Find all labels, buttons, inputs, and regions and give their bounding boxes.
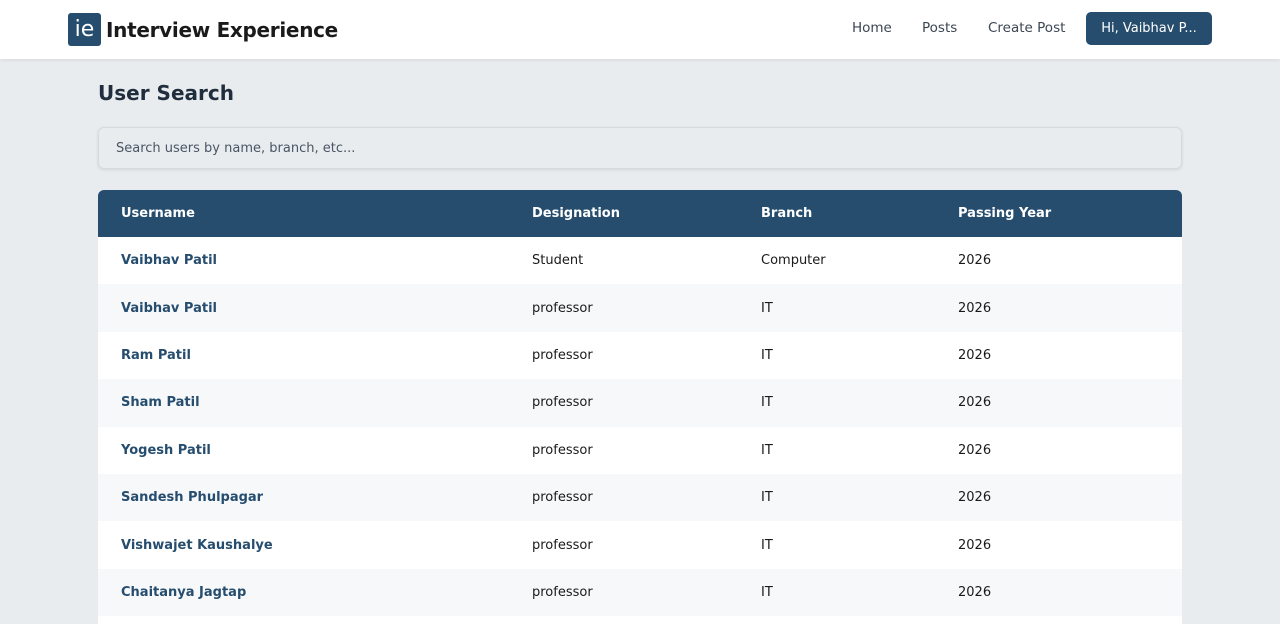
designation-cell: professor [532,537,593,553]
designation-cell: professor [532,300,593,316]
username-link[interactable]: Vishwajet Kaushalye [98,521,509,568]
passing-year-cell: 2026 [958,537,992,553]
designation-cell: professor [532,442,593,458]
table-row: Yogesh Patil professor IT 2026 [98,426,1182,474]
designation-cell: professor [532,490,593,506]
username-link[interactable]: Chaitanya Jagtap [98,569,509,616]
designation-cell: Student [532,253,584,269]
nav-posts-link[interactable]: Posts [922,20,957,36]
passing-year-cell: 2026 [958,490,992,506]
username-link[interactable]: Sandesh Phulpagar [98,474,509,521]
header-username: Username [121,206,195,221]
header-passing-year: Passing Year [958,206,1052,221]
table-row: Chaitanya Jagtap professor IT 2026 [98,568,1182,617]
header-designation: Designation [532,206,620,221]
passing-year-cell: 2026 [958,442,992,458]
table-header-row: Username Designation Branch Passing Year [98,190,1182,237]
branch-cell: IT [761,537,773,553]
nav-create-post-link[interactable]: Create Post [988,20,1065,36]
designation-cell: professor [532,347,593,363]
branch-cell: IT [761,442,773,458]
passing-year-cell: 2026 [958,253,992,269]
user-search-input[interactable] [98,127,1182,169]
nav-home-link[interactable]: Home [852,20,892,36]
table-row: Sandesh Phulpagar professor IT 2026 [98,473,1182,522]
brand-logo-link[interactable]: ie Interview Experience [68,13,338,46]
navbar: ie Interview Experience Home Posts Creat… [0,0,1280,59]
table-row: Ram Patil professor IT 2026 [98,331,1182,380]
passing-year-cell: 2026 [958,395,992,411]
table-row: Vishwajet Kaushalye professor IT 2026 [98,521,1182,569]
branch-cell: IT [761,347,773,363]
user-menu-button[interactable]: Hi, Vaibhav P... [1086,12,1212,45]
passing-year-cell: 2026 [958,347,992,363]
username-link[interactable]: Ram Patil [98,332,509,379]
users-table-container: Username Designation Branch Passing Year… [98,190,1182,624]
designation-cell: professor [532,395,593,411]
branch-cell: IT [761,395,773,411]
username-link[interactable]: Vaibhav Patil [98,284,509,331]
table-row: Vaibhav Patil Student Computer 2026 [98,237,1182,285]
username-link[interactable]: Vaibhav Patil [98,237,509,284]
username-link[interactable]: Yogesh Patil [98,427,509,474]
branch-cell: IT [761,584,773,600]
branch-cell: IT [761,300,773,316]
designation-cell: professor [532,584,593,600]
header-branch: Branch [761,206,813,221]
passing-year-cell: 2026 [958,300,992,316]
username-link[interactable]: Sham Patil [98,379,509,426]
branch-cell: Computer [761,253,826,269]
table-row: Vaibhav Patil professor IT 2026 [98,284,1182,332]
brand-name: Interview Experience [106,17,338,42]
branch-cell: IT [761,490,773,506]
users-table: Username Designation Branch Passing Year… [98,190,1182,617]
page-title: User Search [98,81,234,105]
brand-logo-icon: ie [68,13,101,46]
passing-year-cell: 2026 [958,584,992,600]
table-row: Sham Patil professor IT 2026 [98,379,1182,427]
